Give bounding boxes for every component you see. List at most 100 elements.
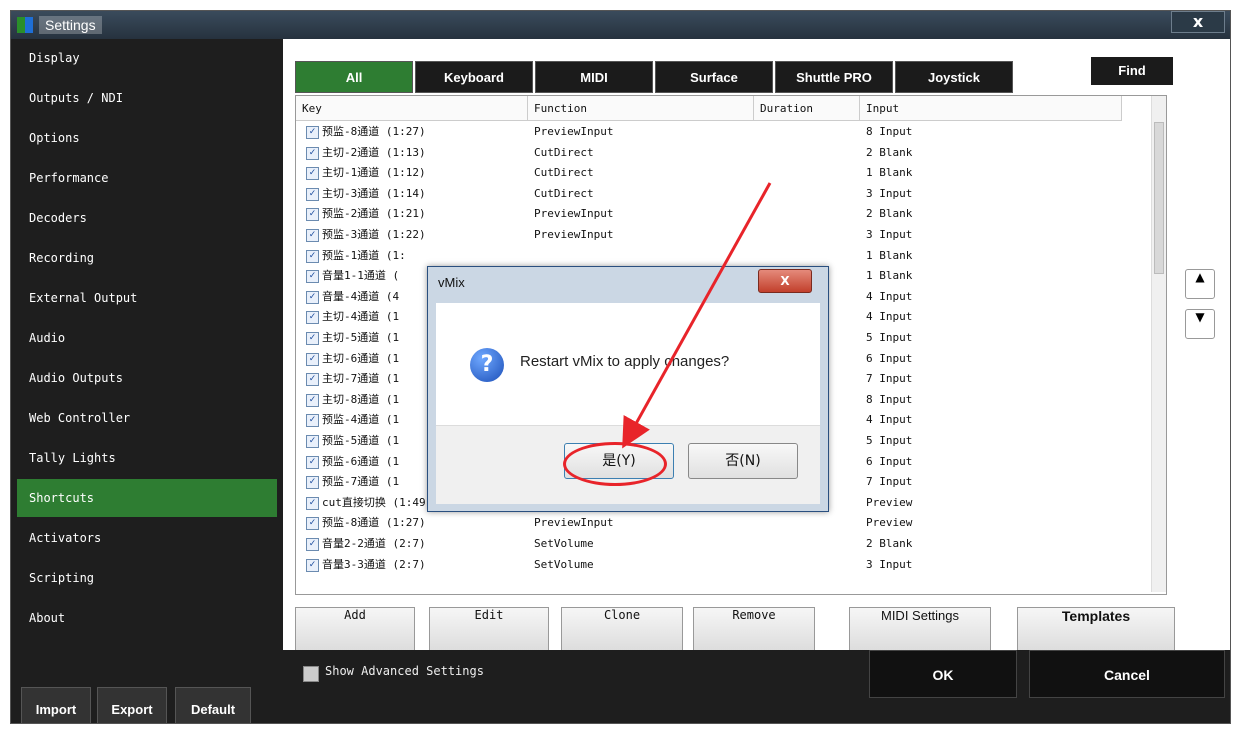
row-checkbox[interactable]: ✓ [306,538,319,551]
sidebar-item-audio[interactable]: Audio [17,319,277,357]
cell-input: 6 Input [866,351,913,365]
default-button[interactable]: Default [175,687,251,723]
annotation-circle [563,442,667,486]
app-icon [17,17,33,33]
move-down-button[interactable]: ▼ [1185,309,1215,339]
dialog-close-button[interactable]: X [758,269,812,293]
cell-input: 1 Blank [866,166,913,180]
cell-input: 4 Input [866,413,913,427]
cell-key: 音量2-2通道 (2:7) [322,537,426,550]
row-checkbox[interactable]: ✓ [306,332,319,345]
row-checkbox[interactable]: ✓ [306,414,319,428]
cell-input: 6 Input [866,454,913,468]
sidebar-item-external-output[interactable]: External Output [17,279,277,317]
row-checkbox[interactable]: ✓ [306,558,319,572]
dialog-title: vMix [438,275,465,290]
column-header-duration[interactable]: Duration [754,96,860,121]
footer: Show Advanced Settings OK Cancel [283,650,1230,723]
cell-function: SetVolume [534,557,594,571]
row-checkbox[interactable]: ✓ [306,455,319,469]
row-checkbox[interactable]: ✓ [306,517,319,531]
move-up-button[interactable]: ▲ [1185,269,1215,299]
table-row[interactable]: ✓ 主切-2通道 (1:13) CutDirect 2 Blank [296,143,1146,164]
sidebar-item-decoders[interactable]: Decoders [17,199,277,237]
tab-all[interactable]: All [295,61,413,93]
row-checkbox[interactable]: ✓ [306,249,319,263]
table-row[interactable]: ✓ 预监-2通道 (1:21) PreviewInput 2 Blank [296,204,1146,225]
row-checkbox[interactable]: ✓ [306,229,319,242]
table-row[interactable]: ✓ 音量2-2通道 (2:7) SetVolume 2 Blank [296,534,1146,555]
row-checkbox[interactable]: ✓ [306,167,319,181]
sidebar: Display Outputs / NDI Options Performanc… [11,39,283,723]
title-bar: Settings x [11,11,1230,39]
cell-key: 预监-8通道 (1:27) [322,125,426,138]
sidebar-item-shortcuts[interactable]: Shortcuts [17,479,277,517]
row-checkbox[interactable]: ✓ [306,435,319,448]
table-row[interactable]: ✓ 主切-1通道 (1:12) CutDirect 1 Blank [296,163,1146,184]
add-button[interactable]: Add [295,607,415,653]
sidebar-item-scripting[interactable]: Scripting [17,559,277,597]
cell-input: 4 Input [866,310,913,324]
cell-input: Preview [866,516,913,530]
sidebar-item-recording[interactable]: Recording [17,239,277,277]
scrollbar-thumb[interactable] [1154,122,1164,274]
tab-joystick[interactable]: Joystick [895,61,1013,93]
row-checkbox[interactable]: ✓ [306,476,319,490]
table-row[interactable]: ✓ 主切-3通道 (1:14) CutDirect 3 Input [296,184,1146,205]
row-checkbox[interactable]: ✓ [306,187,319,201]
no-button[interactable]: 否(N) [688,443,798,479]
row-checkbox[interactable]: ✓ [306,270,319,284]
sidebar-item-options[interactable]: Options [17,119,277,157]
export-button[interactable]: Export [97,687,167,723]
tab-shuttle-pro[interactable]: Shuttle PRO [775,61,893,93]
table-row[interactable]: ✓ 预监-8通道 (1:27) PreviewInput Preview [296,513,1146,534]
tab-keyboard[interactable]: Keyboard [415,61,533,93]
cell-input: Preview [866,495,913,509]
vertical-scrollbar[interactable] [1151,96,1166,592]
sidebar-item-outputs-ndi[interactable]: Outputs / NDI [17,79,277,117]
sidebar-item-activators[interactable]: Activators [17,519,277,557]
row-checkbox[interactable]: ✓ [306,290,319,304]
import-button[interactable]: Import [21,687,91,723]
close-button[interactable]: x [1171,11,1225,33]
table-row[interactable]: ✓ 预监-1通道 (1: 1 Blank [296,246,1146,267]
question-icon: ? [470,348,504,382]
row-checkbox[interactable]: ✓ [306,352,319,366]
sidebar-item-display[interactable]: Display [17,39,277,77]
edit-button[interactable]: Edit [429,607,549,653]
cell-function: CutDirect [534,145,594,159]
column-header-key[interactable]: Key [296,96,528,121]
table-row[interactable]: ✓ 预监-3通道 (1:22) PreviewInput 3 Input [296,225,1146,246]
cancel-button[interactable]: Cancel [1029,650,1225,698]
sidebar-item-tally-lights[interactable]: Tally Lights [17,439,277,477]
cell-input: 8 Input [866,392,913,406]
remove-button[interactable]: Remove [693,607,815,653]
sidebar-item-web-controller[interactable]: Web Controller [17,399,277,437]
templates-button[interactable]: Templates [1017,607,1175,653]
cell-key: 预监-8通道 (1:27) [322,516,426,530]
row-checkbox[interactable]: ✓ [306,311,319,325]
sidebar-item-performance[interactable]: Performance [17,159,277,197]
show-advanced-checkbox[interactable] [303,666,319,682]
table-row[interactable]: ✓ 音量3-3通道 (2:7) SetVolume 3 Input [296,555,1146,576]
clone-button[interactable]: Clone [561,607,683,653]
row-checkbox[interactable]: ✓ [306,373,319,387]
tab-surface[interactable]: Surface [655,61,773,93]
cell-function: PreviewInput [534,207,614,221]
column-header-input[interactable]: Input [860,96,1122,121]
row-checkbox[interactable]: ✓ [306,208,319,222]
row-checkbox[interactable]: ✓ [306,393,319,407]
find-button[interactable]: Find [1091,57,1173,85]
cell-input: 2 Blank [866,145,913,159]
ok-button[interactable]: OK [869,650,1017,698]
row-checkbox[interactable]: ✓ [306,146,319,160]
sidebar-item-about[interactable]: About [17,599,277,637]
tab-midi[interactable]: MIDI [535,61,653,93]
cell-key: 主切-3通道 (1:14) [322,186,426,200]
column-header-function[interactable]: Function [528,96,754,121]
sidebar-item-audio-outputs[interactable]: Audio Outputs [17,359,277,397]
row-checkbox[interactable]: ✓ [306,496,319,510]
row-checkbox[interactable]: ✓ [306,126,319,139]
midi-settings-button[interactable]: MIDI Settings [849,607,991,653]
table-row[interactable]: ✓ 预监-8通道 (1:27) PreviewInput 8 Input [296,122,1146,143]
